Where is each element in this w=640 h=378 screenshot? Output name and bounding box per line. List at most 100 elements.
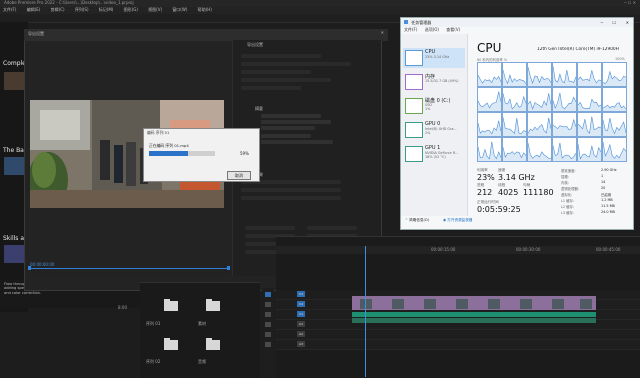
cpu-header: CPU (477, 41, 502, 55)
task-manager-title: 任务管理器 (411, 20, 432, 25)
logical-processor-graphs (477, 62, 627, 164)
learn-heading-1: Comple (3, 60, 26, 67)
project-item-label: 序列 02 (146, 359, 161, 364)
menu-sequence[interactable]: 序列(S) (75, 7, 89, 12)
menu-graphics[interactable]: 图形(G) (124, 7, 138, 12)
spec-value: 已启用 (601, 193, 612, 197)
audio-clip[interactable] (352, 318, 596, 323)
tutorial-thumbnail[interactable] (4, 157, 26, 175)
resource-monitor-link[interactable]: ◉ 打开资源监视器 (443, 218, 472, 223)
folder-icon[interactable] (164, 299, 178, 311)
export-video-row[interactable] (241, 86, 301, 90)
sidebar-item-gpu1[interactable]: GPU 1 NVIDIA GeForce R... 18% (52 °C) (403, 144, 465, 164)
gpu1-mini-graph (405, 146, 423, 162)
fewer-details-link[interactable]: ⌃ 简略信息(D) (405, 218, 429, 223)
sidebar-item-value: NVIDIA GeForce R... 18% (52 °C) (425, 151, 459, 159)
track-label-a2[interactable]: A2 (297, 331, 305, 337)
track-label-v3[interactable]: V3 (297, 291, 305, 297)
track-label-a3[interactable]: A3 (297, 341, 305, 347)
track-a2[interactable] (276, 330, 640, 340)
menu-help[interactable]: 帮助(H) (198, 7, 212, 12)
processor-graph (527, 62, 552, 87)
pen-tool-icon[interactable] (265, 332, 271, 337)
spec-label: 内核: (561, 181, 569, 185)
hand-tool-icon[interactable] (265, 342, 271, 347)
video-clip[interactable] (352, 296, 596, 310)
format-row[interactable] (241, 54, 321, 58)
progress-dialog-title: 编码 序列 01 (147, 130, 170, 135)
track-a3[interactable] (276, 340, 640, 350)
menu-edit[interactable]: 编辑(E) (27, 7, 41, 12)
sidebar-item-disk[interactable]: 磁盘 0 (C:) SSD 1% (403, 96, 465, 116)
spec-value: 1.2 MB (601, 198, 613, 202)
track-select-icon[interactable] (265, 302, 271, 307)
window-controls[interactable]: ─ ☐ ✕ (624, 0, 636, 5)
folder-icon[interactable] (206, 299, 220, 311)
disk-mini-graph (405, 98, 423, 114)
project-item-label: 素材 (198, 321, 206, 326)
timeline-ruler[interactable]: 00:00:15:00 00:00:30:00 00:00:45:00 (276, 246, 640, 254)
spec-label: 插槽: (561, 175, 569, 179)
sidebar-item-value: Intel(R) UHD Gra... 2% (425, 127, 457, 135)
processor-graph (577, 87, 602, 112)
audio-clip[interactable] (352, 312, 596, 317)
processor-graph (502, 137, 527, 162)
preset-row[interactable] (241, 62, 351, 66)
spec-value: 11.5 MB (601, 204, 615, 208)
tutorial-thumbnail[interactable] (4, 245, 26, 263)
ruler-time-3: 00:00:45:00 (596, 247, 621, 252)
folder-icon[interactable] (206, 338, 220, 350)
export-source-range-bar[interactable] (28, 266, 230, 275)
timeline-playhead[interactable] (365, 246, 366, 377)
project-item-label: 序列 01 (146, 321, 161, 326)
out-point-handle[interactable] (227, 266, 230, 270)
tm-menu-file[interactable]: 文件(F) (404, 27, 417, 32)
processor-graph (602, 137, 627, 162)
cancel-button[interactable]: 取消 (227, 171, 251, 180)
folder-icon[interactable] (164, 338, 178, 350)
handle-value: 111180 (523, 188, 554, 197)
spec-label: L1 缓存: (561, 199, 575, 203)
ruler-time-2: 00:00:30:00 (516, 247, 541, 252)
output-name-row[interactable] (241, 78, 331, 82)
effects-row[interactable] (241, 196, 341, 200)
tutorial-thumbnail[interactable] (4, 72, 26, 90)
processor-graph (552, 62, 577, 87)
maximize-icon[interactable]: ☐ (612, 20, 616, 25)
tm-menu-view[interactable]: 查看(V) (446, 27, 460, 32)
spec-value: 1 (601, 174, 604, 178)
processor-graph (577, 137, 602, 162)
util-value: 23% (477, 173, 495, 182)
processor-graph (552, 112, 577, 137)
menu-file[interactable]: 文件(F) (3, 7, 16, 12)
track-label-v1[interactable]: V1 (297, 311, 305, 317)
razor-tool-icon[interactable] (265, 322, 271, 327)
sidebar-item-value: 15.5/31.7 GB (49%) (425, 79, 459, 83)
summary-line (261, 120, 331, 124)
spec-label: 基准速度: (561, 169, 576, 173)
chevron-up-icon: ⌃ (405, 218, 409, 222)
tm-menu-options[interactable]: 选项(O) (425, 27, 439, 32)
selection-tool-icon[interactable] (265, 292, 271, 297)
close-icon[interactable]: ✕ (381, 30, 384, 35)
effects-row[interactable] (241, 188, 341, 192)
comments-row[interactable] (241, 70, 311, 74)
menu-clip[interactable]: 剪辑(C) (51, 7, 65, 12)
sidebar-item-cpu[interactable]: CPU 23% 3.14 GHz (403, 48, 465, 68)
spec-value: 20 (601, 186, 606, 190)
ripple-edit-icon[interactable] (265, 312, 271, 317)
sidebar-item-gpu0[interactable]: GPU 0 Intel(R) UHD Gra... 2% (403, 120, 465, 140)
premiere-menu-bar: 文件(F) 编辑(E) 剪辑(C) 序列(S) 标记(M) 图形(G) 视图(V… (0, 7, 640, 14)
menu-window[interactable]: 窗口(W) (172, 7, 187, 12)
option-checkbox-row[interactable] (307, 226, 357, 230)
menu-marker[interactable]: 标记(M) (99, 7, 114, 12)
cpu-model: 12th Gen Intel(R) Core(TM) i9-12900H (537, 47, 619, 52)
sidebar-item-memory[interactable]: 内存 15.5/31.7 GB (49%) (403, 72, 465, 92)
track-label-a1[interactable]: A1 (297, 321, 305, 327)
minimize-icon[interactable]: ─ (601, 20, 603, 25)
menu-view[interactable]: 视图(V) (148, 7, 162, 12)
sidebar-item-value: 23% 3.14 GHz (425, 55, 450, 59)
option-checkbox-row[interactable] (245, 226, 295, 230)
close-icon[interactable]: ✕ (626, 20, 629, 25)
track-label-v2[interactable]: V2 (297, 301, 305, 307)
